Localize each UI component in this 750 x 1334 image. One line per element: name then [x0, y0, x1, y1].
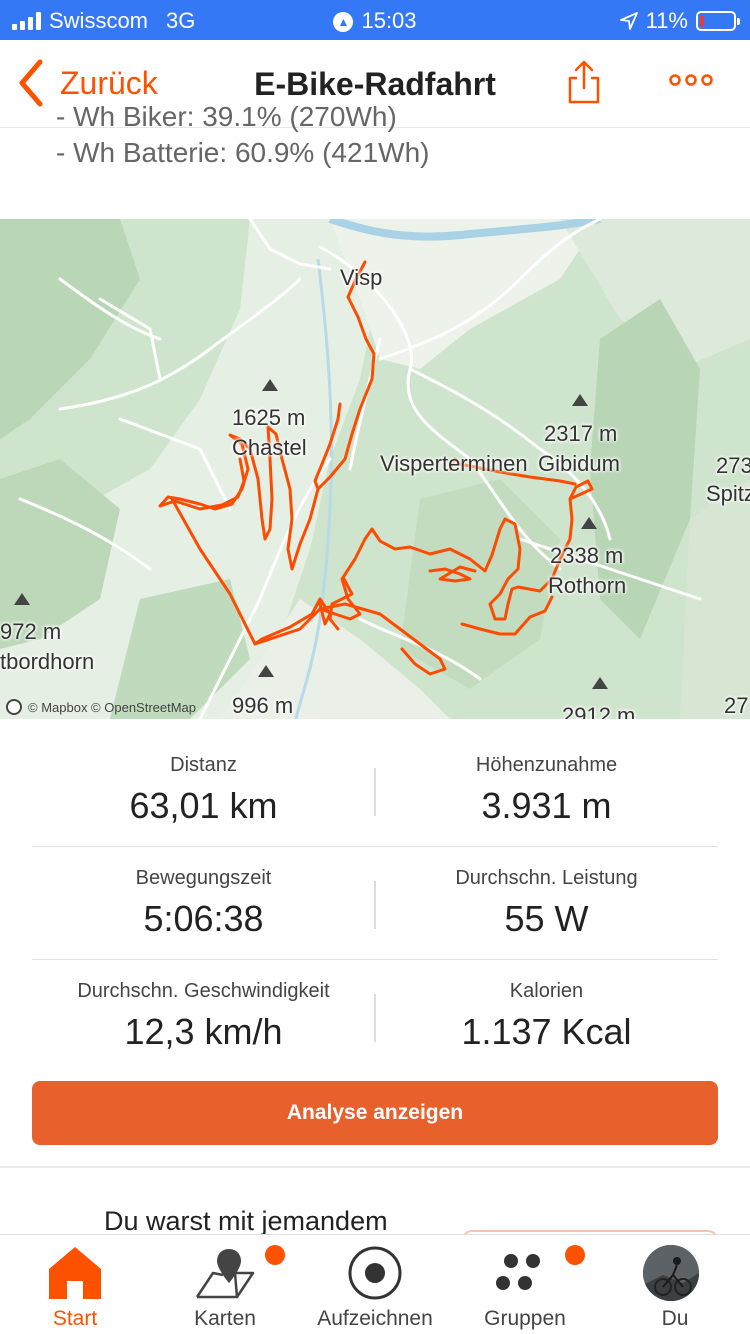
analyse-button[interactable]: Analyse anzeigen: [32, 1081, 718, 1145]
activity-stats: Distanz 63,01 km Höhenzunahme 3.931 m Be…: [32, 734, 718, 1073]
stat-label: Durchschn. Leistung: [455, 867, 638, 889]
peak-icon: [258, 665, 274, 677]
map-label-peak-972: 972 m: [0, 619, 62, 644]
stat-label: Distanz: [170, 754, 237, 776]
more-icon[interactable]: [668, 70, 714, 90]
notification-badge: [565, 1245, 585, 1265]
groups-icon: [496, 1254, 540, 1290]
status-bar: Swisscom 3G ▲ 15:03 11%: [0, 0, 750, 40]
map-attribution[interactable]: © Mapbox © OpenStreetMap: [6, 699, 196, 715]
peak-icon: [572, 394, 588, 406]
map-label-peak-2338: 2338 m: [550, 543, 624, 568]
stat-elevation-gain: Höhenzunahme 3.931 m: [375, 754, 718, 827]
stat-value: 3.931 m: [481, 785, 612, 826]
stat-calories: Kalorien 1.137 Kcal: [375, 980, 718, 1053]
map-label-chastel: Chastel: [232, 435, 307, 460]
clock: 15:03: [361, 8, 417, 33]
stat-value: 5:06:38: [143, 898, 264, 939]
peak-icon: [14, 593, 30, 605]
map-label-visperterminen: Visperterminen: [380, 451, 528, 476]
tab-bar: Start Karten Aufzeichnen Gruppen Du: [0, 1234, 750, 1334]
stat-average-power: Durchschn. Leistung 55 W: [375, 867, 718, 940]
notification-badge: [265, 1245, 285, 1265]
description-line-2: - Wh Batterie: 60.9% (421Wh): [56, 137, 430, 168]
tab-label: Start: [52, 1307, 98, 1330]
stat-label: Kalorien: [509, 980, 584, 1002]
map-label-gibidum: Gibidum: [538, 451, 620, 476]
map-label-bordhorn: tbordhorn: [0, 649, 95, 674]
navigation-icon: ▲: [333, 12, 354, 32]
stat-value: 55 W: [504, 898, 589, 939]
stat-row: Bewegungszeit 5:06:38 Durchschn. Leistun…: [32, 847, 718, 960]
stat-average-speed: Durchschn. Geschwindigkeit 12,3 km/h: [32, 980, 375, 1053]
map-label-peak-273: 273: [716, 453, 750, 478]
together-heading: Du warst mit jemandem: [104, 1206, 388, 1236]
stat-label: Bewegungszeit: [135, 867, 272, 889]
map-icon: [195, 1249, 255, 1299]
tab-gruppen[interactable]: Gruppen: [450, 1235, 600, 1334]
map-label-peak-27: 27: [724, 693, 749, 718]
page-title: E-Bike-Radfahrt: [254, 66, 496, 102]
home-icon: [49, 1247, 101, 1299]
battery-percent: 11%: [645, 8, 688, 33]
battery-icon: [696, 11, 740, 31]
tab-label: Du: [661, 1307, 689, 1330]
map-label-rothorn: Rothorn: [548, 573, 627, 598]
tab-aufzeichnen[interactable]: Aufzeichnen: [300, 1235, 450, 1334]
stat-label: Durchschn. Geschwindigkeit: [77, 980, 330, 1002]
peak-icon: [592, 677, 608, 689]
route-map[interactable]: Visp 1625 m Chastel Visperterminen 2317 …: [0, 219, 750, 719]
stat-distance: Distanz 63,01 km: [32, 754, 375, 827]
stat-value: 1.137 Kcal: [461, 1011, 632, 1052]
stat-label: Höhenzunahme: [475, 754, 618, 776]
stat-row: Distanz 63,01 km Höhenzunahme 3.931 m: [32, 734, 718, 847]
map-label-visp: Visp: [340, 265, 383, 290]
map-terrain: [0, 219, 750, 719]
map-label-peak-2317: 2317 m: [544, 421, 618, 446]
tab-label: Karten: [194, 1307, 256, 1330]
stat-value: 12,3 km/h: [124, 1011, 283, 1052]
tab-label: Gruppen: [484, 1307, 566, 1330]
mapbox-logo-icon: [6, 699, 22, 715]
tab-start[interactable]: Start: [0, 1235, 150, 1334]
activity-description: - Wh Biker: 39.1% (270Wh) - Wh Batterie:…: [56, 104, 736, 174]
status-right: 11%: [619, 8, 740, 34]
map-label-peak-1625: 1625 m: [232, 405, 306, 430]
stat-value: 63,01 km: [129, 785, 278, 826]
share-icon[interactable]: [566, 58, 602, 106]
peak-icon: [262, 379, 278, 391]
stat-row: Durchschn. Geschwindigkeit 12,3 km/h Kal…: [32, 960, 718, 1073]
map-label-peak-996: 996 m: [232, 693, 294, 718]
record-icon: [348, 1246, 402, 1300]
avatar[interactable]: [643, 1245, 699, 1301]
tab-label: Aufzeichnen: [317, 1307, 433, 1330]
map-label-spitz: Spitz: [706, 481, 750, 506]
map-label-peak-2912: 2912 m: [562, 703, 636, 719]
battery-fill: [700, 15, 704, 27]
section-divider: [0, 1166, 750, 1168]
attribution-text: © Mapbox © OpenStreetMap: [28, 699, 197, 715]
avatar-image: [643, 1245, 699, 1301]
peak-icon: [581, 517, 597, 529]
tab-karten[interactable]: Karten: [150, 1235, 300, 1334]
stat-moving-time: Bewegungszeit 5:06:38: [32, 867, 375, 940]
location-arrow-icon: [619, 12, 638, 30]
